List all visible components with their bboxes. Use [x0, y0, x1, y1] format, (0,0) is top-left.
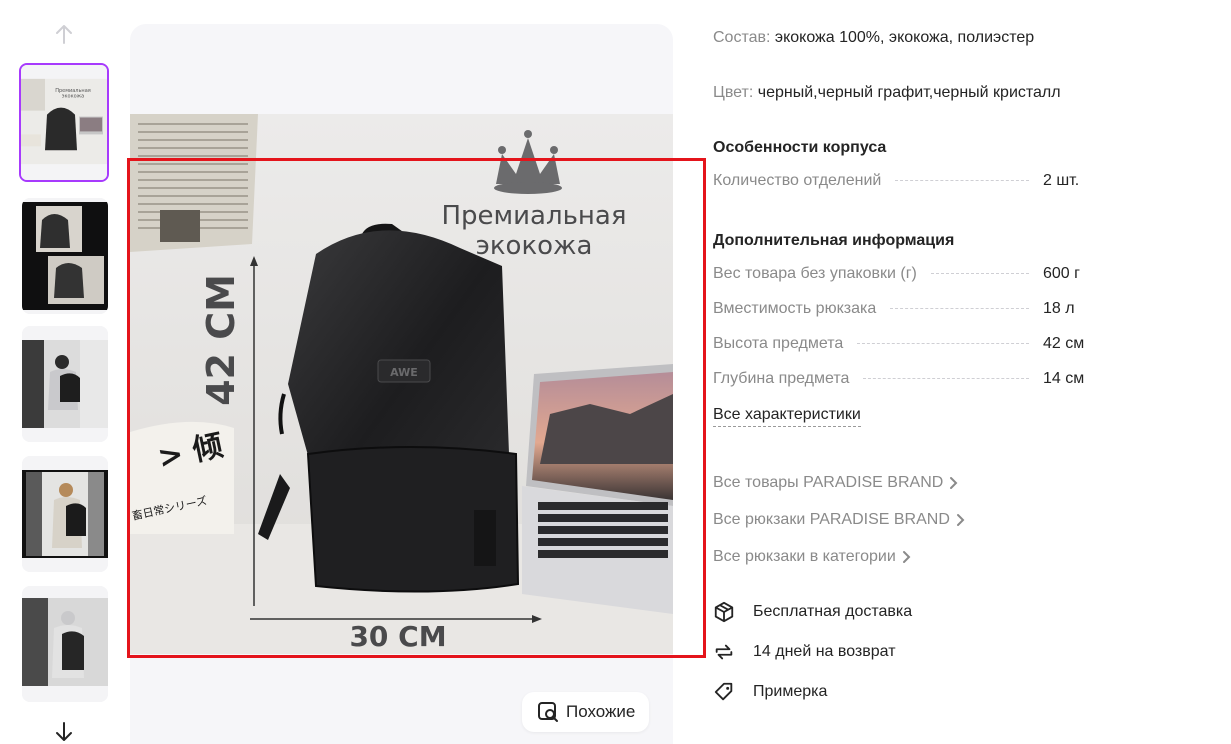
feature-fitting: Примерка	[713, 680, 827, 704]
bag-logo-text: AWE	[390, 366, 418, 379]
spec-value: 2 шт.	[1043, 172, 1080, 189]
feature-label: Бесплатная доставка	[753, 603, 913, 620]
composition-value: экокожа 100%, экокожа, полиэстер	[774, 29, 1035, 46]
all-specs-link[interactable]: Все характеристики	[713, 406, 861, 427]
chevron-right-icon	[956, 514, 965, 526]
spec-row: Вместимость рюкзака 18 л	[713, 300, 1093, 324]
product-specs: Состав: экокожа 100%, экокожа, полиэстер…	[713, 0, 1213, 744]
all-brand-backpacks-link[interactable]: Все рюкзаки PARADISE BRAND	[713, 511, 966, 529]
color-value: черный,черный графит,черный кристалл	[757, 84, 1061, 101]
brand-link-label: Все товары PARADISE BRAND	[713, 474, 944, 491]
image-search-icon	[538, 702, 558, 722]
arrow-down-icon	[56, 722, 72, 741]
color-key: Цвет:	[713, 84, 754, 101]
scroll-down-button[interactable]	[48, 716, 80, 744]
spec-row: Количество отделений 2 шт.	[713, 172, 1093, 196]
chevron-right-icon	[902, 551, 911, 563]
spec-value: 18 л	[1043, 300, 1075, 317]
return-arrows-icon	[713, 641, 735, 663]
spec-label: Вместимость рюкзака	[713, 300, 877, 317]
spec-value: 600 г	[1043, 265, 1080, 282]
spec-label: Глубина предмета	[713, 370, 850, 387]
category-backpacks-link[interactable]: Все рюкзаки в категории	[713, 548, 912, 566]
svg-text:экокожа: экокожа	[62, 94, 84, 100]
color-line: Цвет: черный,черный графит,черный криста…	[713, 84, 1061, 102]
thumbnail-4[interactable]	[22, 456, 108, 572]
spec-label: Высота предмета	[713, 335, 844, 352]
spec-label: Количество отделений	[713, 172, 882, 189]
product-photo[interactable]: Премиальная экокожа > 倾 畜日常シリーズ AWE 42 C…	[130, 114, 673, 654]
composition-key: Состав:	[713, 29, 771, 46]
body-section-title: Особенности корпуса	[713, 139, 887, 156]
feature-free-delivery: Бесплатная доставка	[713, 600, 912, 624]
brand-link-label: Все рюкзаки PARADISE BRAND	[713, 511, 950, 528]
composition-line: Состав: экокожа 100%, экокожа, полиэстер	[713, 29, 1034, 47]
arrow-up-icon	[56, 25, 72, 44]
brand-link-label: Все рюкзаки в категории	[713, 548, 896, 565]
dotted-leader	[895, 180, 1029, 181]
dotted-leader	[863, 378, 1029, 379]
photo-headline-line1: Премиальная	[441, 201, 626, 231]
similar-products-label: Похожие	[566, 702, 636, 721]
feature-return: 14 дней на возврат	[713, 640, 896, 664]
feature-label: 14 дней на возврат	[753, 643, 896, 660]
dotted-leader	[930, 273, 1029, 274]
similar-products-button[interactable]: Похожие	[522, 692, 650, 732]
spec-label: Вес товара без упаковки (г)	[713, 265, 917, 282]
box-icon	[713, 601, 735, 623]
thumbnail-2[interactable]	[22, 198, 108, 314]
spec-row: Глубина предмета 14 см	[713, 370, 1093, 394]
dotted-leader	[890, 308, 1029, 309]
tag-icon	[713, 681, 735, 703]
all-brand-products-link[interactable]: Все товары PARADISE BRAND	[713, 474, 959, 492]
spec-row: Вес товара без упаковки (г) 600 г	[713, 265, 1093, 289]
height-dimension-label: 42 CM	[199, 274, 243, 406]
width-dimension-label: 30 CM	[349, 620, 446, 653]
scroll-up-button[interactable]	[48, 18, 80, 50]
thumbnail-3[interactable]	[22, 326, 108, 442]
dotted-leader	[857, 343, 1029, 344]
thumbnail-strip: Премиальная экокожа	[18, 18, 112, 744]
product-gallery: Премиальная экокожа > 倾 畜日常シリーズ AWE 42 C…	[130, 24, 673, 744]
thumbnail-5[interactable]	[22, 586, 108, 702]
thumbnail-1[interactable]: Премиальная экокожа	[19, 63, 109, 182]
photo-headline-line2: экокожа	[476, 231, 593, 261]
spec-value: 14 см	[1043, 370, 1085, 387]
extra-section-title: Дополнительная информация	[713, 232, 955, 249]
spec-row: Высота предмета 42 см	[713, 335, 1093, 359]
feature-label: Примерка	[753, 683, 828, 700]
chevron-right-icon	[950, 477, 958, 489]
spec-value: 42 см	[1043, 335, 1085, 352]
